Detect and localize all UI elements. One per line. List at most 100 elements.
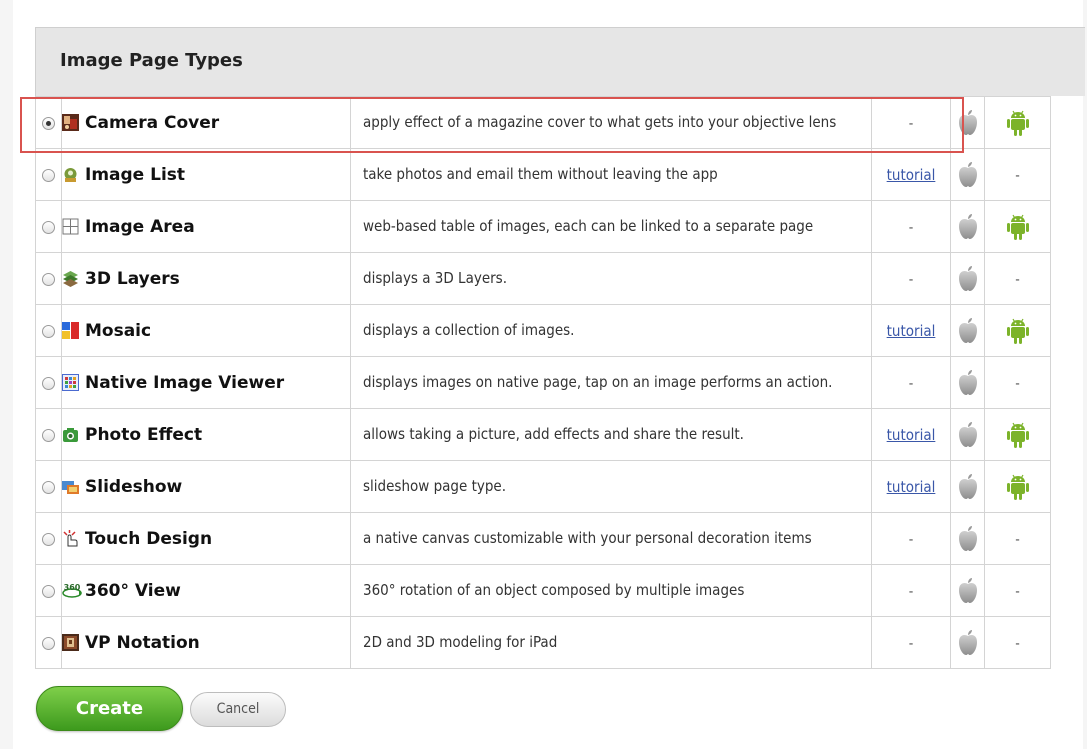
ios-cell (950, 252, 985, 305)
tutorial-cell: tutorial (871, 460, 951, 513)
page-type-name: Slideshow (85, 476, 183, 497)
tutorial-unavailable: - (908, 375, 914, 392)
android-icon (985, 420, 1050, 450)
android-unavailable: - (1015, 636, 1020, 652)
page-type-radio[interactable] (42, 169, 55, 182)
apple-icon (951, 109, 984, 137)
row-radio-cell (35, 148, 62, 201)
ios-cell (950, 512, 985, 565)
page-type-description: displays images on native page, tap on a… (350, 356, 872, 409)
ios-cell (950, 408, 985, 461)
page-type-description: displays a 3D Layers. (350, 252, 872, 305)
page-type-name: Native Image Viewer (85, 372, 285, 393)
table-row[interactable]: Photo Effect allows taking a picture, ad… (35, 408, 1051, 461)
table-row[interactable]: Image List take photos and email them wi… (35, 148, 1051, 201)
tutorial-link[interactable]: tutorial (887, 166, 936, 184)
android-unavailable: - (1015, 272, 1020, 288)
page-type-description: apply effect of a magazine cover to what… (350, 96, 872, 149)
apple-icon (951, 525, 984, 553)
page-type-radio[interactable] (42, 533, 55, 546)
native-image-viewer-icon (62, 374, 79, 391)
page-type-radio[interactable] (42, 637, 55, 650)
tutorial-unavailable: - (908, 635, 914, 652)
page-type-description: a native canvas customizable with your p… (350, 512, 872, 565)
tutorial-link[interactable]: tutorial (887, 426, 936, 444)
image-area-icon (62, 218, 79, 235)
android-cell: - (984, 148, 1051, 201)
table-row[interactable]: Camera Cover apply effect of a magazine … (35, 96, 1051, 149)
page-type-description: 2D and 3D modeling for iPad (350, 616, 872, 669)
page-type-name-cell: 360 360° View (61, 564, 351, 617)
android-icon (985, 472, 1050, 502)
page-type-name: 3D Layers (85, 268, 180, 289)
tutorial-cell: - (871, 564, 951, 617)
apple-icon (951, 369, 984, 397)
android-cell: - (984, 356, 1051, 409)
page-type-description: displays a collection of images. (350, 304, 872, 357)
page-type-name: Image List (85, 164, 186, 185)
table-row[interactable]: Slideshow slideshow page type. tutorial (35, 460, 1051, 513)
tutorial-cell: - (871, 356, 951, 409)
page-type-radio[interactable] (42, 221, 55, 234)
page-type-radio[interactable] (42, 273, 55, 286)
android-cell: - (984, 564, 1051, 617)
page-type-name-cell: 3D Layers (61, 252, 351, 305)
table-row[interactable]: Touch Design a native canvas customizabl… (35, 512, 1051, 565)
image-list-icon (62, 166, 79, 183)
page-types-table: Camera Cover apply effect of a magazine … (35, 96, 1051, 669)
page-type-name-cell: Touch Design (61, 512, 351, 565)
table-row[interactable]: 3D Layers displays a 3D Layers. - - (35, 252, 1051, 305)
ios-cell (950, 356, 985, 409)
row-radio-cell (35, 96, 62, 149)
page-type-name-cell: Image List (61, 148, 351, 201)
table-row[interactable]: 360 360° View 360° rotation of an object… (35, 564, 1051, 617)
android-icon (985, 316, 1050, 346)
page-type-name: Touch Design (85, 528, 213, 549)
page-type-name-cell: VP Notation (61, 616, 351, 669)
android-cell (984, 408, 1051, 461)
page-type-radio[interactable] (42, 377, 55, 390)
cancel-button[interactable]: Cancel (190, 692, 286, 727)
ios-cell (950, 200, 985, 253)
360-view-icon: 360 (62, 582, 82, 599)
android-icon (985, 212, 1050, 242)
table-row[interactable]: Image Area web-based table of images, ea… (35, 200, 1051, 253)
slideshow-icon (62, 478, 79, 495)
android-unavailable: - (1015, 532, 1020, 548)
ios-cell (950, 616, 985, 669)
page-type-description: slideshow page type. (350, 460, 872, 513)
tutorial-cell: - (871, 512, 951, 565)
android-cell: - (984, 252, 1051, 305)
page-type-name: Mosaic (85, 320, 152, 341)
tutorial-link[interactable]: tutorial (887, 478, 936, 496)
page-type-description: allows taking a picture, add effects and… (350, 408, 872, 461)
page-type-description: web-based table of images, each can be l… (350, 200, 872, 253)
page-type-radio[interactable] (42, 481, 55, 494)
android-unavailable: - (1015, 376, 1020, 392)
ios-cell (950, 96, 985, 149)
page-type-description: take photos and email them without leavi… (350, 148, 872, 201)
android-cell (984, 96, 1051, 149)
page-type-radio[interactable] (42, 117, 55, 130)
apple-icon (951, 161, 984, 189)
page-type-radio[interactable] (42, 585, 55, 598)
table-row[interactable]: Native Image Viewer displays images on n… (35, 356, 1051, 409)
row-radio-cell (35, 512, 62, 565)
page-type-name: Camera Cover (85, 112, 220, 133)
table-row[interactable]: Mosaic displays a collection of images. … (35, 304, 1051, 357)
svg-text:360: 360 (64, 583, 81, 592)
page-type-name: VP Notation (85, 632, 200, 653)
tutorial-unavailable: - (908, 271, 914, 288)
page-type-radio[interactable] (42, 429, 55, 442)
tutorial-link[interactable]: tutorial (887, 322, 936, 340)
table-row[interactable]: VP Notation 2D and 3D modeling for iPad … (35, 616, 1051, 669)
page-type-name: Image Area (85, 216, 195, 237)
android-icon (985, 108, 1050, 138)
page-type-radio[interactable] (42, 325, 55, 338)
tutorial-unavailable: - (908, 115, 914, 132)
vp-notation-icon (62, 634, 79, 651)
tutorial-cell: - (871, 96, 951, 149)
page-type-name: 360° View (85, 580, 181, 601)
create-button[interactable]: Create (36, 686, 183, 731)
ios-cell (950, 304, 985, 357)
